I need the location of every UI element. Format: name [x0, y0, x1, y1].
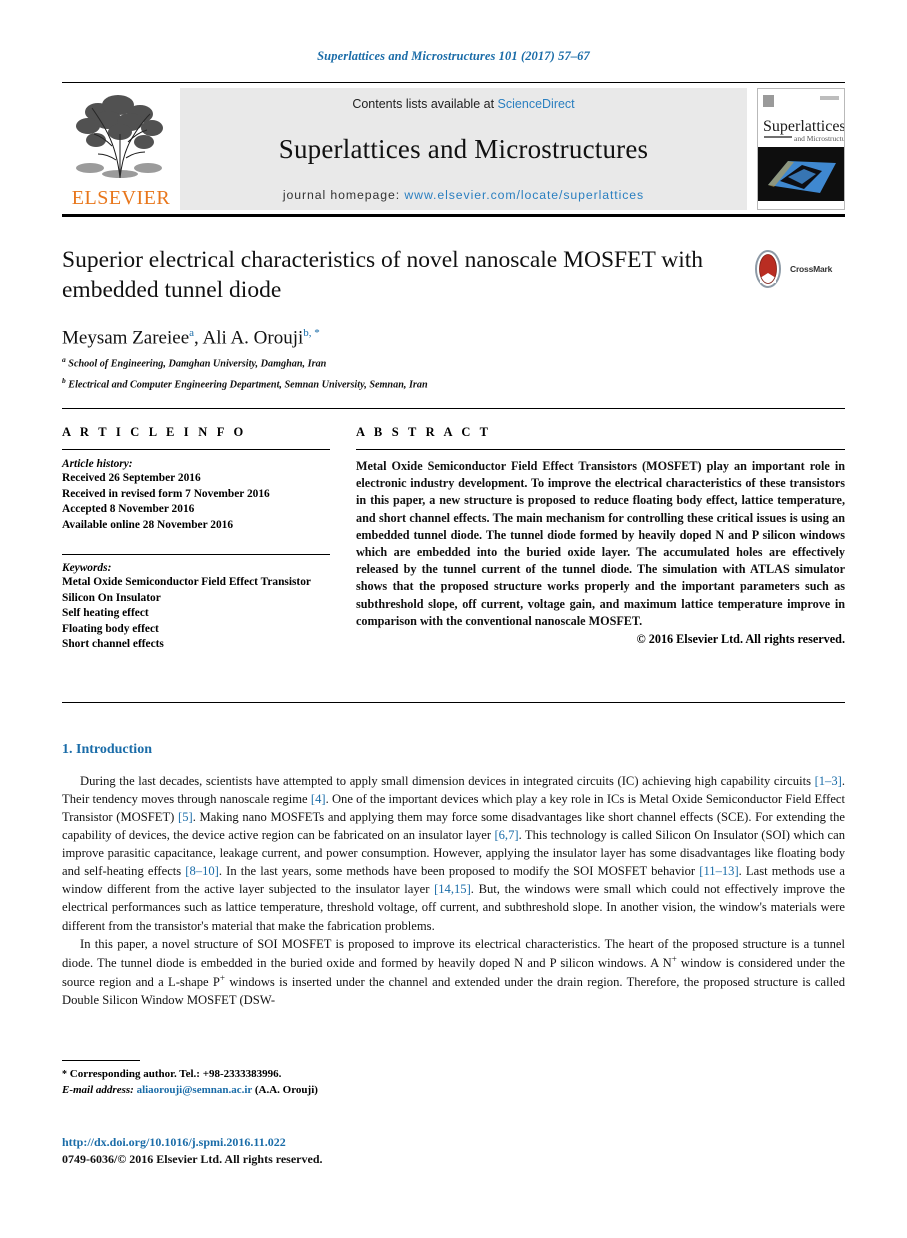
citation-11-13[interactable]: [11–13]: [699, 864, 738, 878]
body-content: 1. Introduction During the last decades,…: [62, 742, 845, 1009]
keywords-block: Keywords: Metal Oxide Semiconductor Fiel…: [62, 554, 330, 653]
email-label: E-mail address:: [62, 1083, 134, 1096]
page-title: Superior electrical characteristics of n…: [62, 247, 704, 303]
affiliation-marker-2: b: [62, 375, 66, 385]
elsevier-tree-logo-icon: [76, 95, 163, 179]
contents-available-line: Contents lists available at ScienceDirec…: [352, 97, 574, 111]
keywords-divider: [62, 554, 330, 555]
abstract-divider: [356, 449, 845, 450]
email-link[interactable]: aliaorouji@semnan.ac.ir: [137, 1084, 253, 1096]
page-footnotes: * Corresponding author. Tel.: +98-233338…: [62, 1060, 522, 1099]
citation-5[interactable]: [5]: [178, 810, 193, 824]
author-list: Meysam Zareieea, Ali A. Oroujib, *: [62, 327, 845, 349]
section-title-introduction: 1. Introduction: [62, 742, 152, 757]
affiliation-marker-1: a: [62, 354, 66, 364]
history-available-online: Available online 28 November 2016: [62, 518, 234, 531]
doi-link[interactable]: http://dx.doi.org/10.1016/j.spmi.2016.11…: [62, 1135, 323, 1151]
keyword-item-2: Silicon On Insulator: [62, 591, 161, 604]
p1-part-6: . In the last years, some methods have b…: [218, 864, 700, 879]
abstract-copyright: © 2016 Elsevier Ltd. All rights reserved…: [636, 632, 845, 647]
citation-8-10[interactable]: [8–10]: [185, 864, 219, 878]
p1-part-1: During the last decades, scientists have…: [80, 774, 815, 788]
author-name-1: Meysam Zareiee: [62, 327, 190, 349]
info-abstract-region: A R T I C L E I N F O Article history: R…: [62, 408, 845, 653]
email-owner: (A.A. Orouji): [254, 1083, 318, 1096]
running-head: Superlattices and Microstructures 101 (2…: [317, 49, 590, 63]
homepage-url-link[interactable]: www.elsevier.com/locate/superlattices: [404, 188, 644, 202]
history-received: Received 26 September 2016: [62, 472, 201, 484]
intro-paragraph-2: In this paper, a novel structure of SOI …: [62, 935, 845, 1010]
crossmark-label: CrossMark: [790, 264, 833, 274]
corresponding-author-note: * Corresponding author. Tel.: +98-233338…: [62, 1067, 522, 1083]
title-block: Superior electrical characteristics of n…: [62, 246, 845, 392]
homepage-label: journal homepage:: [282, 188, 401, 202]
corresponding-marker: *: [62, 1069, 67, 1080]
intro-paragraph-1: During the last decades, scientists have…: [62, 772, 845, 935]
author-marker-2: b, *: [303, 327, 320, 340]
body-top-divider: [62, 702, 845, 703]
abstract-text: Metal Oxide Semiconductor Field Effect T…: [356, 459, 845, 628]
corresponding-author-text: Corresponding author. Tel.: +98-23333839…: [69, 1068, 282, 1080]
doi-block: http://dx.doi.org/10.1016/j.spmi.2016.11…: [62, 1135, 323, 1167]
article-info-heading: A R T I C L E I N F O: [62, 425, 247, 439]
email-note: E-mail address: aliaorouji@semnan.ac.ir …: [62, 1083, 522, 1099]
affiliation-1: a School of Engineering, Damghan Univers…: [62, 355, 845, 371]
history-revised: Received in revised form 7 November 2016: [62, 487, 270, 500]
keyword-item-5: Short channel effects: [62, 638, 164, 650]
journal-masthead: ELSEVIER Contents lists available at Sci…: [62, 82, 845, 217]
keyword-item-4: Floating body effect: [62, 622, 159, 635]
elsevier-wordmark: ELSEVIER: [71, 187, 171, 209]
keywords-label: Keywords:: [62, 562, 112, 574]
author-name-2: Ali A. Orouji: [202, 327, 304, 349]
footnote-divider: [62, 1060, 140, 1061]
crossmark-badge-icon: [755, 250, 781, 288]
affiliation-text-1: School of Engineering, Damghan Universit…: [68, 357, 327, 369]
citation-6-7[interactable]: [6,7]: [494, 828, 518, 842]
svg-text:and Microstructures: and Microstructures: [794, 134, 844, 143]
crossmark-badge[interactable]: CrossMark: [749, 248, 845, 290]
affiliation-text-2: Electrical and Computer Engineering Depa…: [68, 379, 428, 391]
affiliation-2: b Electrical and Computer Engineering De…: [62, 376, 845, 392]
keyword-item-1: Metal Oxide Semiconductor Field Effect T…: [62, 576, 311, 588]
masthead-center: Contents lists available at ScienceDirec…: [180, 88, 747, 210]
journal-homepage-line: journal homepage: www.elsevier.com/locat…: [283, 188, 644, 202]
journal-cover-art-icon: Superlattices and Microstructures: [758, 89, 844, 209]
article-first-page: Superlattices and Microstructures 101 (2…: [0, 0, 907, 1238]
citation-1-3[interactable]: [1–3]: [815, 774, 842, 788]
article-info-divider: [62, 449, 330, 450]
journal-cover-thumbnail: Superlattices and Microstructures: [757, 88, 845, 210]
citation-14-15[interactable]: [14,15]: [434, 882, 471, 896]
article-info-column: A R T I C L E I N F O Article history: R…: [62, 425, 330, 653]
abstract-column: A B S T R A C T Metal Oxide Semiconducto…: [356, 425, 845, 653]
keyword-item-3: Self heating effect: [62, 607, 149, 619]
issn-copyright-line: 0749-6036/© 2016 Elsevier Ltd. All right…: [62, 1151, 323, 1166]
contents-prefix: Contents lists available at: [352, 97, 495, 111]
article-history-label: Article history:: [62, 458, 133, 470]
abstract-heading: A B S T R A C T: [356, 425, 492, 439]
citation-4[interactable]: [4]: [311, 792, 326, 806]
sciencedirect-link[interactable]: ScienceDirect: [498, 97, 575, 111]
svg-text:Superlattices: Superlattices: [763, 118, 844, 135]
elsevier-logo: ELSEVIER: [62, 88, 180, 210]
history-accepted: Accepted 8 November 2016: [62, 503, 195, 515]
journal-title: Superlattices and Microstructures: [278, 134, 649, 164]
